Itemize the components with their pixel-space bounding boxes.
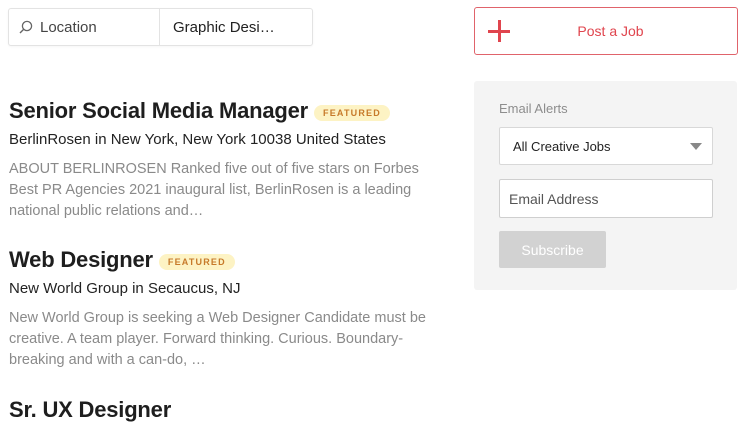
featured-badge: FEATURED bbox=[314, 105, 390, 121]
post-job-button[interactable]: Post a Job bbox=[474, 7, 738, 55]
job-description: New World Group is seeking a Web Designe… bbox=[9, 310, 426, 368]
email-alerts-panel: Email Alerts All Creative Jobs Subscribe bbox=[474, 81, 737, 290]
chevron-down-icon bbox=[690, 143, 702, 150]
featured-badge: FEATURED bbox=[158, 254, 235, 270]
job-title[interactable]: Senior Social Media Manager bbox=[9, 98, 308, 124]
job-category-select[interactable]: All Creative Jobs bbox=[499, 127, 713, 165]
post-job-label: Post a Job bbox=[577, 23, 644, 39]
location-placeholder: Location bbox=[40, 18, 97, 36]
job-company-location: BerlinRosen in New York, New York 10038 … bbox=[9, 131, 386, 148]
job-title[interactable]: Sr. UX Designer bbox=[9, 397, 171, 423]
search-icon bbox=[19, 20, 33, 34]
job-category-value: All Creative Jobs bbox=[513, 138, 611, 154]
keyword-value: Graphic Desi… bbox=[173, 18, 275, 36]
subscribe-button[interactable]: Subscribe bbox=[499, 231, 606, 268]
job-listing: Sr. UX Designer bbox=[9, 397, 449, 423]
keyword-input[interactable]: Graphic Desi… bbox=[160, 9, 312, 45]
job-listing: Senior Social Media Manager FEATURED Ber… bbox=[9, 98, 449, 222]
email-field[interactable] bbox=[499, 179, 713, 218]
plus-icon bbox=[488, 20, 510, 42]
email-alerts-title: Email Alerts bbox=[499, 101, 568, 116]
job-description: ABOUT BERLINROSEN Ranked five out of fiv… bbox=[9, 161, 419, 219]
job-title[interactable]: Web Designer bbox=[9, 247, 153, 273]
location-input[interactable]: Location bbox=[9, 9, 160, 45]
search-bar: Location Graphic Desi… bbox=[8, 8, 313, 46]
job-company-location: New World Group in Secaucus, NJ bbox=[9, 280, 241, 297]
job-listing: Web Designer FEATURED New World Group in… bbox=[9, 247, 449, 371]
